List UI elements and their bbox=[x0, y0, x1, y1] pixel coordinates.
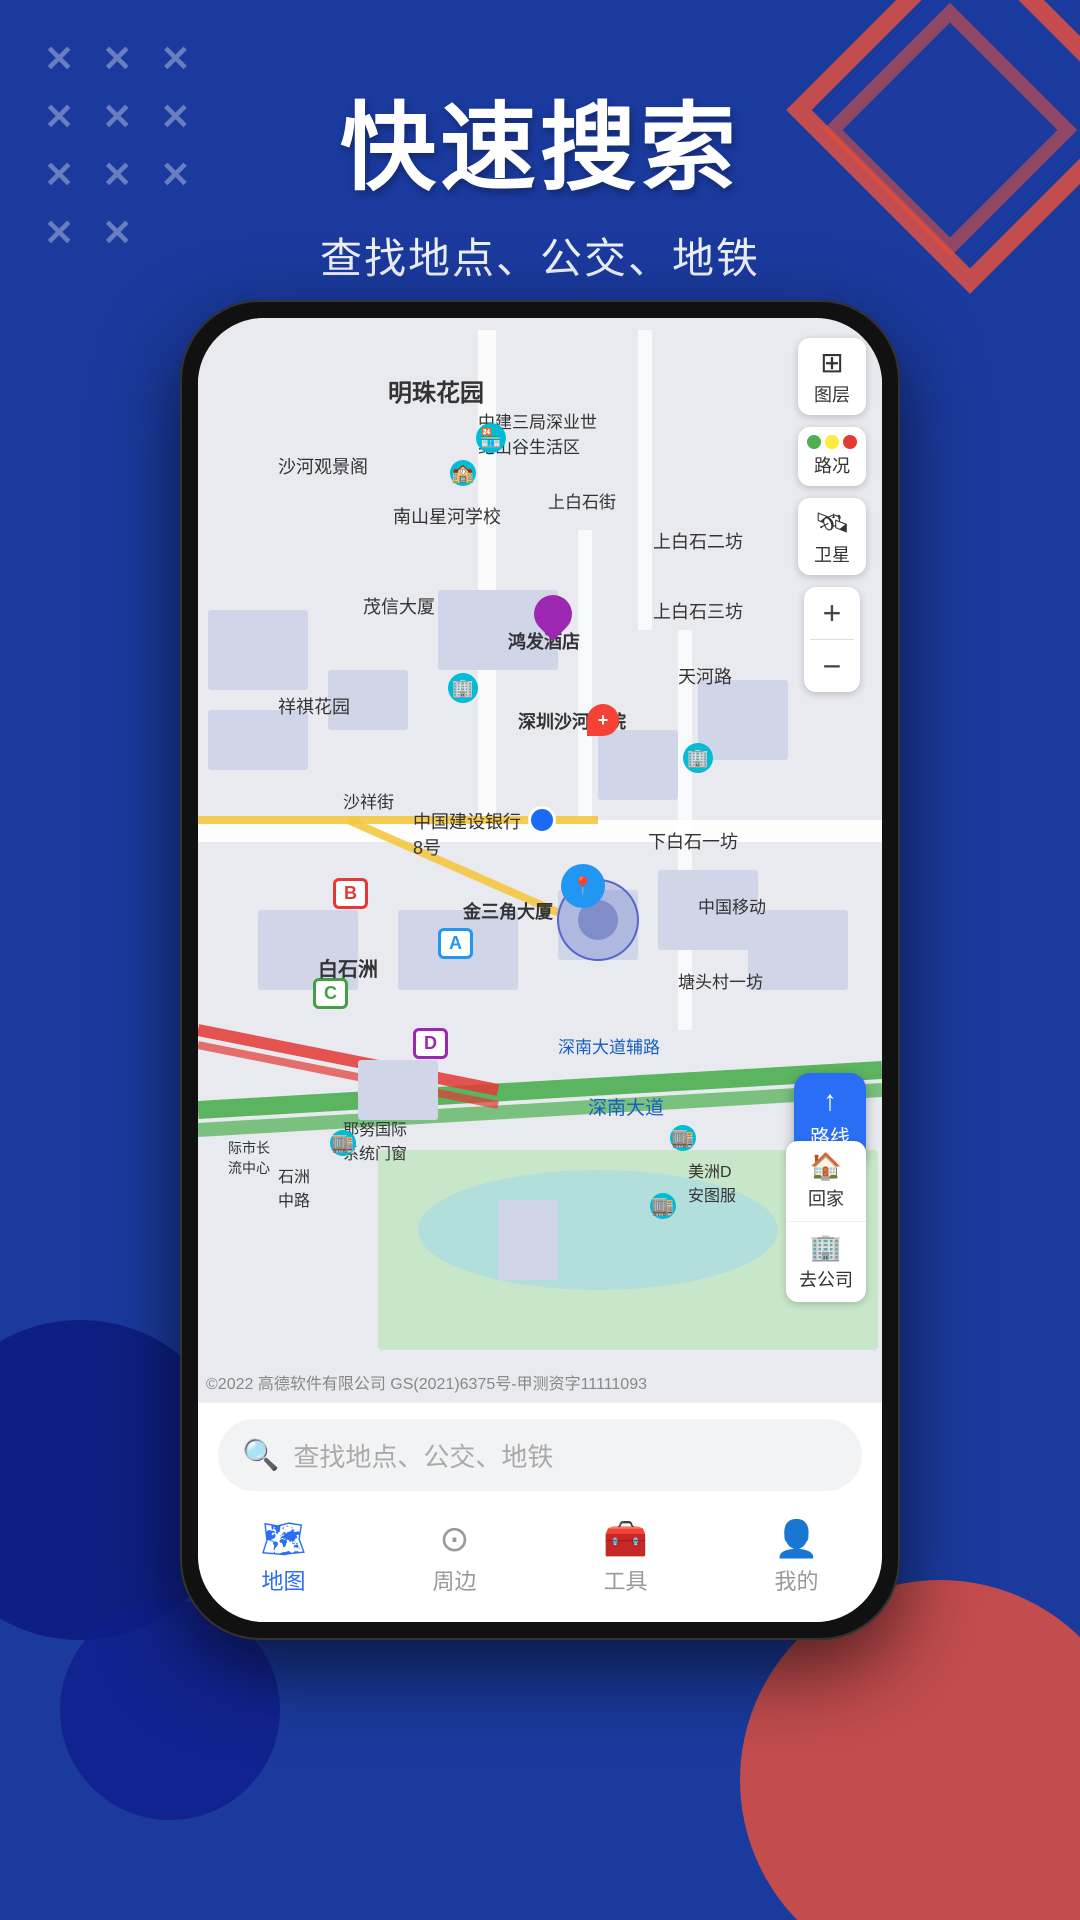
map-label-shennan: 深南大道 bbox=[588, 1093, 664, 1120]
home-label: 回家 bbox=[808, 1185, 844, 1211]
phone-bottom-bar: 🔍 查找地点、公交、地铁 🗺 地图 ⊙ 周边 🧰 工具 bbox=[198, 1402, 882, 1622]
map-label-shennan-fu: 深南大道辅路 bbox=[558, 1033, 660, 1058]
company-shortcut[interactable]: 🏢 去公司 bbox=[786, 1222, 866, 1302]
satellite-icon: 🛰 bbox=[814, 506, 850, 539]
header-area: 快速搜索 查找地点、公交、地铁 bbox=[0, 0, 1080, 286]
map-label-shizhou: 石洲中路 bbox=[278, 1163, 310, 1211]
satellite-control[interactable]: 🛰 卫星 bbox=[798, 498, 866, 575]
layer-control[interactable]: ⊞ 图层 bbox=[798, 338, 866, 415]
map-label-bank: 中国建设银行8号 bbox=[413, 808, 521, 860]
phone-screen: B A C D 明珠花园 沙河观景阁 中建三局深业世纪山谷生活区 南山星河学校 … bbox=[198, 318, 882, 1622]
search-bar[interactable]: 🔍 查找地点、公交、地铁 bbox=[218, 1419, 862, 1491]
building-icon: 🏢 bbox=[810, 1232, 842, 1263]
map-label-school: 南山星河学校 bbox=[393, 503, 501, 529]
poi-pin-3[interactable]: 🏢 bbox=[683, 743, 713, 773]
mine-tab-icon: 👤 bbox=[774, 1518, 819, 1560]
home-icon: 🏠 bbox=[810, 1151, 842, 1182]
map-label-mingzhu: 明珠花园 bbox=[388, 373, 484, 408]
map-label-tangcun: 塘头村一坊 bbox=[678, 968, 763, 993]
route-icon: ↑ bbox=[823, 1085, 837, 1117]
map-label-bs1: 下白石一坊 bbox=[648, 828, 738, 854]
tab-nearby-label: 周边 bbox=[432, 1564, 476, 1596]
phone-frame: B A C D 明珠花园 沙河观景阁 中建三局深业世纪山谷生活区 南山星河学校 … bbox=[180, 300, 900, 1640]
tab-tools[interactable]: 🧰 工具 bbox=[540, 1518, 711, 1604]
tab-bar: 🗺 地图 ⊙ 周边 🧰 工具 👤 我的 bbox=[198, 1499, 882, 1622]
metro-badge-D: D bbox=[413, 1028, 448, 1059]
map-svg bbox=[198, 318, 882, 1402]
map-area[interactable]: B A C D 明珠花园 沙河观景阁 中建三局深业世纪山谷生活区 南山星河学校 … bbox=[198, 318, 882, 1402]
zoom-in-button[interactable]: + bbox=[804, 587, 860, 639]
map-watermark: ©2022 高德软件有限公司 GS(2021)6375号-甲测资字1111109… bbox=[206, 1370, 647, 1394]
metro-badge-B: B bbox=[333, 878, 368, 909]
traffic-control[interactable]: 路况 bbox=[798, 427, 866, 486]
search-placeholder: 查找地点、公交、地铁 bbox=[293, 1437, 553, 1474]
map-label-bs3: 上白石三坊 bbox=[653, 598, 743, 624]
map-label-jinsanjiao: 金三角大厦 bbox=[463, 898, 553, 924]
metro-badge-A: A bbox=[438, 928, 473, 959]
poi-pin-1[interactable]: 🏪 bbox=[476, 423, 506, 453]
company-label: 去公司 bbox=[799, 1266, 853, 1292]
poi-pin-2[interactable]: 🏢 bbox=[448, 673, 478, 703]
map-label-market: 际市长流中心 bbox=[228, 1138, 270, 1178]
map-label-bs2: 上白石二坊 bbox=[653, 528, 743, 554]
tools-tab-icon: 🧰 bbox=[603, 1518, 648, 1560]
map-label-baishizhou: 白石洲 bbox=[318, 953, 378, 982]
tab-mine-label: 我的 bbox=[774, 1564, 818, 1596]
poi-pin-4[interactable]: 🏫 bbox=[450, 460, 476, 486]
home-shortcut[interactable]: 🏠 回家 bbox=[786, 1141, 866, 1222]
poi-pin-5[interactable]: 🏬 bbox=[330, 1130, 356, 1156]
poi-pin-center[interactable]: 📍 bbox=[561, 864, 605, 908]
poi-pin-7[interactable]: 🏬 bbox=[650, 1193, 676, 1219]
map-controls: ⊞ 图层 路况 🛰 卫星 bbox=[798, 338, 866, 692]
traffic-dots bbox=[807, 435, 857, 449]
poi-pin-6[interactable]: 🏬 bbox=[670, 1125, 696, 1151]
phone-mockup: B A C D 明珠花园 沙河观景阁 中建三局深业世纪山谷生活区 南山星河学校 … bbox=[180, 300, 900, 1640]
zoom-out-button[interactable]: − bbox=[804, 640, 860, 692]
nearby-tab-icon: ⊙ bbox=[439, 1518, 469, 1560]
location-dot bbox=[528, 806, 556, 834]
sub-title: 查找地点、公交、地铁 bbox=[320, 225, 760, 286]
map-label-shahe: 沙河观景阁 bbox=[278, 453, 368, 479]
zoom-controls: + − bbox=[804, 587, 860, 692]
map-label-shaxiang: 沙祥街 bbox=[343, 788, 394, 813]
map-label-bs-street: 上白石街 bbox=[548, 488, 616, 513]
tab-map[interactable]: 🗺 地图 bbox=[198, 1518, 369, 1604]
poi-pin-hospital[interactable]: + bbox=[587, 704, 619, 736]
map-label-tianhe: 天河路 bbox=[678, 663, 732, 689]
metro-badge-C: C bbox=[313, 978, 348, 1009]
shortcut-buttons: 🏠 回家 🏢 去公司 bbox=[786, 1141, 866, 1302]
map-tab-icon: 🗺 bbox=[261, 1518, 307, 1560]
map-label-maoxin: 茂信大厦 bbox=[363, 593, 435, 619]
map-label-meiz: 美洲D安图服 bbox=[688, 1158, 736, 1206]
main-title: 快速搜索 bbox=[340, 70, 740, 209]
tab-mine[interactable]: 👤 我的 bbox=[711, 1518, 882, 1604]
map-label-xiangqi: 祥祺花园 bbox=[278, 693, 350, 719]
layers-icon: ⊞ bbox=[820, 346, 843, 379]
map-label-mobile: 中国移动 bbox=[698, 893, 766, 918]
tab-map-label: 地图 bbox=[261, 1564, 305, 1596]
tab-tools-label: 工具 bbox=[603, 1564, 647, 1596]
tab-nearby[interactable]: ⊙ 周边 bbox=[369, 1518, 540, 1604]
search-icon: 🔍 bbox=[242, 1438, 279, 1473]
